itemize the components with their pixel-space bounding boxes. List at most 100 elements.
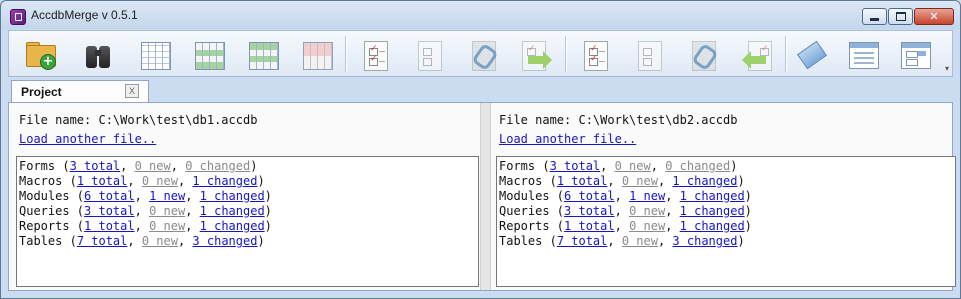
copy-left-button[interactable] <box>737 35 775 73</box>
open-folder-button[interactable]: + <box>21 35 59 73</box>
changed-link[interactable]: 1 changed <box>680 219 745 233</box>
changed-link[interactable]: 1 changed <box>192 174 257 188</box>
table-icon <box>138 38 171 70</box>
window-title: AccdbMerge v 0.5.1 <box>31 8 138 22</box>
punct: ) <box>264 204 272 218</box>
close-button[interactable]: ✕ <box>914 8 954 25</box>
total-link[interactable]: 3 total <box>70 159 121 173</box>
punct: ) <box>264 189 272 203</box>
tag-icon <box>796 38 828 70</box>
punct: ( <box>69 219 85 233</box>
punct: ) <box>264 219 272 233</box>
right-load-link[interactable]: Load another file.. <box>499 132 636 146</box>
new-link[interactable]: 0 new <box>629 204 665 218</box>
total-link[interactable]: 1 total <box>564 219 615 233</box>
punct: , <box>177 174 193 188</box>
changed-link[interactable]: 1 changed <box>200 204 265 218</box>
total-link[interactable]: 7 total <box>77 234 128 248</box>
new-link[interactable]: 0 new <box>142 174 178 188</box>
left-object-list[interactable]: Forms (3 total, 0 new, 0 changed) Macros … <box>16 156 479 287</box>
copy-right-button[interactable] <box>517 35 555 73</box>
punct: , <box>657 234 673 248</box>
form-button[interactable] <box>843 35 881 73</box>
object-type-label: Tables <box>499 234 543 248</box>
compare-button[interactable] <box>79 35 117 73</box>
total-link[interactable]: 1 total <box>77 174 128 188</box>
form-alt-icon <box>898 38 931 70</box>
new-link[interactable]: 0 new <box>142 234 178 248</box>
new-link[interactable]: 1 new <box>149 189 185 203</box>
changed-link[interactable]: 0 changed <box>665 159 730 173</box>
right-object-list[interactable]: Forms (3 total, 0 new, 0 changed) Macros … <box>496 156 956 287</box>
punct: ( <box>535 159 550 173</box>
punct: ( <box>549 204 565 218</box>
table-green2-button[interactable] <box>243 35 281 73</box>
punct: ( <box>542 174 557 188</box>
binoculars-icon <box>82 38 114 70</box>
total-link[interactable]: 1 total <box>557 174 608 188</box>
maximize-button[interactable] <box>888 8 913 25</box>
left-load-link[interactable]: Load another file.. <box>19 132 156 146</box>
new-link[interactable]: 0 new <box>149 219 185 233</box>
total-link[interactable]: 3 total <box>84 204 135 218</box>
list-item: Tables (7 total, 0 new, 3 changed) <box>19 234 478 249</box>
form2-button[interactable] <box>895 35 933 73</box>
tab-close-button[interactable]: X <box>125 84 139 98</box>
new-link[interactable]: 0 new <box>629 219 665 233</box>
punct: ( <box>62 234 77 248</box>
total-link[interactable]: 7 total <box>557 234 608 248</box>
new-link[interactable]: 0 new <box>615 159 651 173</box>
changed-link[interactable]: 1 changed <box>672 174 737 188</box>
object-type-label: Queries <box>499 204 550 218</box>
punct: , <box>127 174 142 188</box>
title-bar[interactable]: AccdbMerge v 0.5.1 ✕ <box>1 1 960 29</box>
punct: ( <box>55 159 70 173</box>
link-button[interactable] <box>463 35 501 73</box>
tab-project[interactable]: Project X <box>11 80 149 103</box>
object-type-label: Tables <box>19 234 63 248</box>
link2-button[interactable] <box>683 35 721 73</box>
changed-link[interactable]: 0 changed <box>185 159 250 173</box>
toolbar-overflow-icon[interactable]: ▾ <box>945 64 949 73</box>
total-link[interactable]: 3 total <box>550 159 601 173</box>
punct: ) <box>737 174 745 188</box>
changed-link[interactable]: 1 changed <box>680 189 745 203</box>
punct: , <box>607 234 622 248</box>
total-link[interactable]: 1 total <box>84 219 135 233</box>
punct: ( <box>62 174 77 188</box>
tag-button[interactable] <box>793 35 831 73</box>
checklist2-button[interactable] <box>575 35 613 73</box>
table-red-button[interactable] <box>297 35 335 73</box>
changed-link[interactable]: 3 changed <box>672 234 737 248</box>
punct: , <box>665 189 680 203</box>
changed-link[interactable]: 1 changed <box>200 189 265 203</box>
minimize-button[interactable] <box>862 8 887 25</box>
close-icon: ✕ <box>929 10 939 23</box>
new-link[interactable]: 0 new <box>622 174 658 188</box>
list-item: Macros (1 total, 0 new, 1 changed) <box>499 174 955 189</box>
left-file-name: File name: C:\Work\test\db1.accdb <box>19 113 258 127</box>
object-type-label: Reports <box>19 219 70 233</box>
checklist-empty-button[interactable] <box>409 35 447 73</box>
table-green-button[interactable] <box>189 35 227 73</box>
total-link[interactable]: 6 total <box>84 189 135 203</box>
changed-link[interactable]: 3 changed <box>192 234 257 248</box>
checklist2-empty-button[interactable] <box>629 35 667 73</box>
new-link[interactable]: 1 new <box>629 189 665 203</box>
new-link[interactable]: 0 new <box>622 234 658 248</box>
object-type-label: Macros <box>19 174 63 188</box>
table-view-button[interactable] <box>135 35 173 73</box>
new-link[interactable]: 0 new <box>149 204 185 218</box>
punct: ( <box>542 234 557 248</box>
punct: , <box>607 174 622 188</box>
changed-link[interactable]: 1 changed <box>200 219 265 233</box>
changed-link[interactable]: 1 changed <box>680 204 745 218</box>
new-link[interactable]: 0 new <box>135 159 171 173</box>
left-pane: File name: C:\Work\test\db1.accdb Load a… <box>9 103 480 290</box>
checklist-button[interactable] <box>355 35 393 73</box>
right-pane: File name: C:\Work\test\db2.accdb Load a… <box>489 103 956 290</box>
arrow-right-icon <box>520 38 552 71</box>
total-link[interactable]: 3 total <box>564 204 615 218</box>
object-type-label: Modules <box>499 189 550 203</box>
total-link[interactable]: 6 total <box>564 189 615 203</box>
